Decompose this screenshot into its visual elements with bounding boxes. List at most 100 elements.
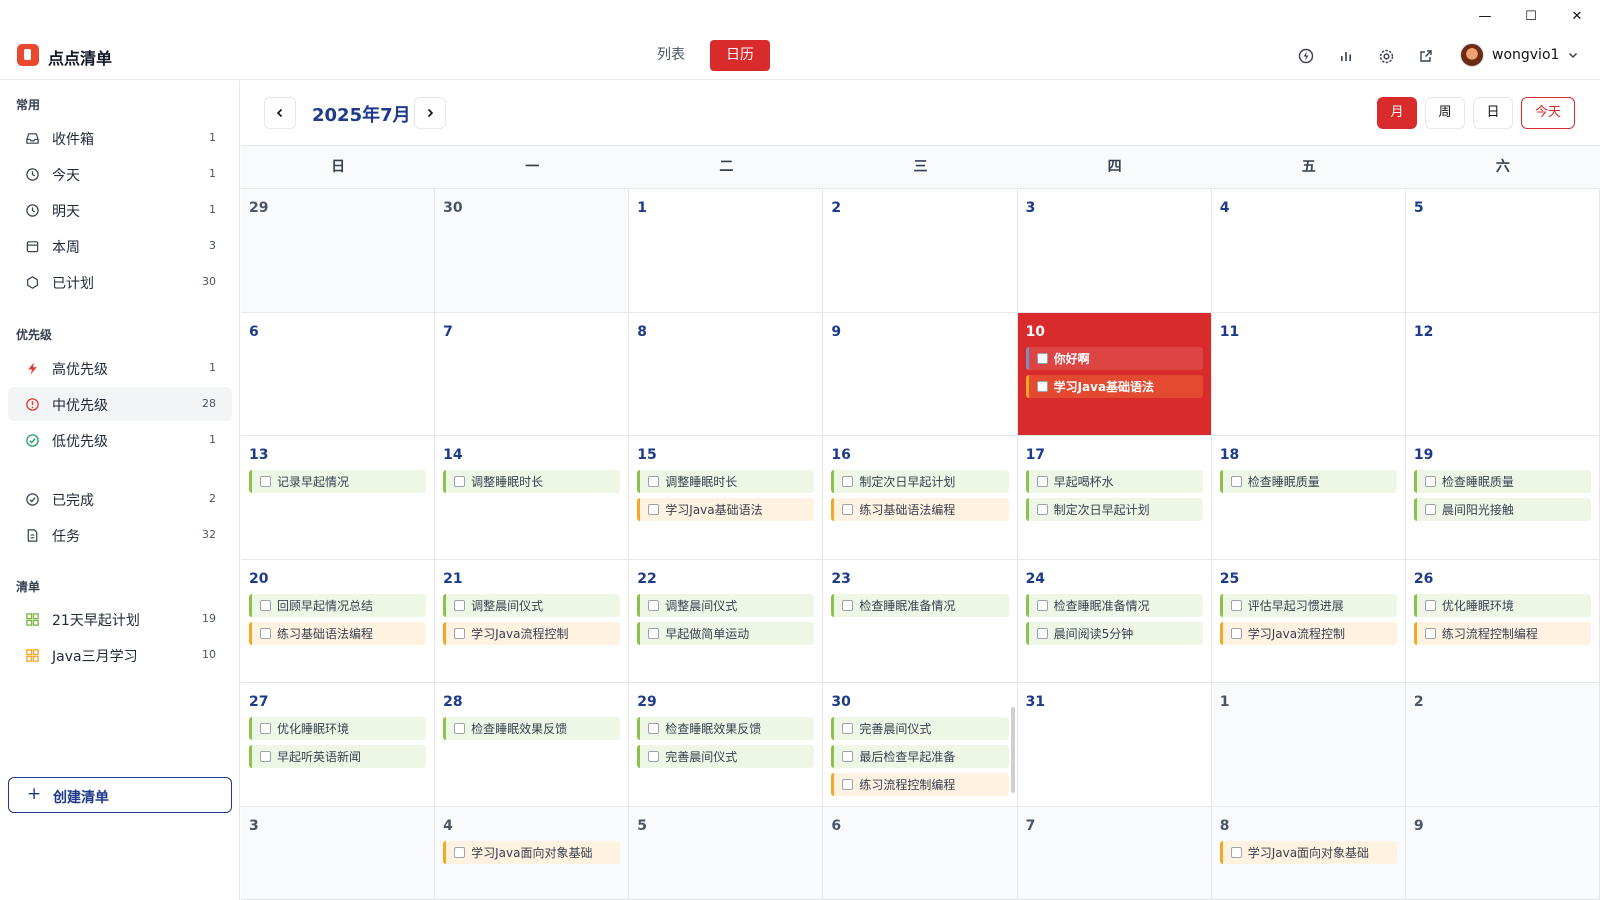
task-checkbox[interactable] bbox=[842, 504, 854, 516]
task-item[interactable]: 练习基础语法编程 bbox=[831, 498, 1009, 522]
task-item[interactable]: 制定次日早起计划 bbox=[831, 470, 1009, 494]
sidebar-item-list-java[interactable]: Java三月学习 10 bbox=[8, 638, 232, 672]
task-item[interactable]: 调整睡眠时长 bbox=[443, 470, 621, 494]
calendar-day-cell[interactable]: 12 bbox=[1405, 312, 1600, 437]
calendar-day-cell[interactable]: 18 检查睡眠质量 bbox=[1211, 436, 1406, 560]
lightning-circle-icon[interactable] bbox=[1296, 46, 1316, 66]
task-checkbox[interactable] bbox=[454, 476, 466, 488]
calendar-day-cell[interactable]: 23 检查睡眠准备情况 bbox=[823, 559, 1018, 684]
task-item[interactable]: 检查睡眠效果反馈 bbox=[443, 717, 621, 741]
task-item[interactable]: 练习基础语法编程 bbox=[249, 621, 427, 645]
task-item[interactable]: 学习Java流程控制 bbox=[443, 621, 621, 645]
sidebar-item-today[interactable]: 今天 1 bbox=[8, 157, 232, 191]
task-item[interactable]: 晨间阅读5分钟 bbox=[1025, 621, 1203, 645]
external-link-icon[interactable] bbox=[1416, 46, 1436, 66]
sidebar-item-high-priority[interactable]: 高优先级 1 bbox=[8, 351, 232, 385]
task-checkbox[interactable] bbox=[260, 476, 271, 488]
task-checkbox[interactable] bbox=[648, 476, 660, 488]
calendar-day-cell[interactable]: 29 检查睡眠效果反馈 完善晨间仪式 bbox=[629, 683, 824, 807]
close-button[interactable]: ✕ bbox=[1554, 0, 1600, 32]
calendar-day-cell[interactable]: 3 bbox=[1017, 189, 1212, 313]
calendar-day-cell[interactable]: 20 回顾早起情况总结 练习基础语法编程 bbox=[241, 559, 436, 684]
calendar-day-cell[interactable]: 1 bbox=[629, 189, 824, 313]
task-item[interactable]: 记录早起情况 bbox=[249, 470, 427, 494]
sidebar-item-inbox[interactable]: 收件箱 1 bbox=[8, 121, 232, 155]
sidebar-item-this-week[interactable]: 本周 3 bbox=[8, 229, 232, 263]
task-checkbox[interactable] bbox=[454, 723, 466, 735]
calendar-day-cell[interactable]: 1 bbox=[1211, 683, 1406, 807]
create-list-button[interactable]: + 创建清单 bbox=[8, 777, 232, 813]
sidebar-item-low-priority[interactable]: 低优先级 1 bbox=[8, 423, 232, 457]
task-item[interactable]: 检查睡眠质量 bbox=[1219, 470, 1397, 494]
mode-week-button[interactable]: 周 bbox=[1425, 97, 1465, 129]
task-checkbox[interactable] bbox=[648, 627, 660, 639]
task-checkbox[interactable] bbox=[260, 751, 271, 763]
task-checkbox[interactable] bbox=[1230, 846, 1242, 858]
calendar-day-cell[interactable]: 3 bbox=[241, 806, 436, 900]
task-item[interactable]: 调整晨间仪式 bbox=[637, 593, 815, 617]
task-item[interactable]: 早起听英语新闻 bbox=[249, 745, 427, 769]
calendar-day-cell[interactable]: 9 bbox=[823, 312, 1018, 437]
task-checkbox[interactable] bbox=[260, 599, 271, 611]
task-checkbox[interactable] bbox=[454, 599, 466, 611]
task-item[interactable]: 学习Java面向对象基础 bbox=[1219, 840, 1397, 864]
cell-scrollbar[interactable] bbox=[1010, 707, 1015, 794]
task-checkbox[interactable] bbox=[842, 599, 854, 611]
task-checkbox[interactable] bbox=[1230, 476, 1242, 488]
user-menu[interactable]: wongvio1 bbox=[1460, 43, 1579, 67]
task-checkbox[interactable] bbox=[260, 723, 271, 735]
sidebar-item-tasks[interactable]: 任务 32 bbox=[8, 518, 232, 552]
task-item[interactable]: 检查睡眠准备情况 bbox=[831, 593, 1009, 617]
stats-icon[interactable] bbox=[1336, 46, 1356, 66]
task-item[interactable]: 优化睡眠环境 bbox=[1413, 593, 1591, 617]
calendar-day-cell[interactable]: 11 bbox=[1211, 312, 1406, 437]
task-checkbox[interactable] bbox=[1424, 627, 1436, 639]
gear-icon[interactable] bbox=[1376, 46, 1396, 66]
task-checkbox[interactable] bbox=[1036, 599, 1048, 611]
task-item[interactable]: 回顾早起情况总结 bbox=[249, 593, 427, 617]
mode-day-button[interactable]: 日 bbox=[1473, 97, 1513, 129]
calendar-day-cell[interactable]: 28 检查睡眠效果反馈 bbox=[435, 683, 630, 807]
task-checkbox[interactable] bbox=[842, 723, 854, 735]
calendar-day-cell[interactable]: 21 调整晨间仪式 学习Java流程控制 bbox=[435, 559, 630, 684]
task-item[interactable]: 练习流程控制编程 bbox=[1413, 621, 1591, 645]
task-checkbox[interactable] bbox=[260, 627, 271, 639]
task-item[interactable]: 优化睡眠环境 bbox=[249, 717, 427, 741]
task-item[interactable]: 完善晨间仪式 bbox=[831, 717, 1009, 741]
task-item[interactable]: 评估早起习惯进展 bbox=[1219, 593, 1397, 617]
task-checkbox[interactable] bbox=[1424, 476, 1436, 488]
task-item[interactable]: 早起喝杯水 bbox=[1025, 470, 1203, 494]
task-checkbox[interactable] bbox=[648, 599, 660, 611]
task-item[interactable]: 制定次日早起计划 bbox=[1025, 498, 1203, 522]
task-item[interactable]: 晨间阳光接触 bbox=[1413, 498, 1591, 522]
mode-month-button[interactable]: 月 bbox=[1377, 97, 1417, 129]
task-item[interactable]: 完善晨间仪式 bbox=[637, 745, 815, 769]
calendar-day-cell[interactable]: 30 bbox=[435, 189, 630, 313]
task-item[interactable]: 调整晨间仪式 bbox=[443, 593, 621, 617]
calendar-day-cell[interactable]: 4 学习Java面向对象基础 bbox=[435, 806, 630, 900]
task-checkbox[interactable] bbox=[1036, 627, 1048, 639]
calendar-day-cell[interactable]: 31 bbox=[1017, 683, 1212, 807]
task-item[interactable]: 检查睡眠准备情况 bbox=[1025, 593, 1203, 617]
calendar-day-cell[interactable]: 7 bbox=[435, 312, 630, 437]
sidebar-item-list-early-rise[interactable]: 21天早起计划 19 bbox=[8, 602, 232, 636]
task-checkbox[interactable] bbox=[842, 751, 854, 763]
calendar-day-cell[interactable]: 19 检查睡眠质量 晨间阳光接触 bbox=[1405, 436, 1600, 560]
calendar-day-cell[interactable]: 2 bbox=[823, 189, 1018, 313]
calendar-day-cell[interactable]: 30 完善晨间仪式 最后检查早起准备 练习流程控制编程 bbox=[823, 683, 1018, 807]
next-month-button[interactable] bbox=[414, 97, 446, 129]
calendar-day-cell[interactable]: 17 早起喝杯水 制定次日早起计划 bbox=[1017, 436, 1212, 560]
calendar-day-cell-today[interactable]: 10 你好啊 学习Java基础语法 bbox=[1017, 312, 1212, 437]
calendar-day-cell[interactable]: 16 制定次日早起计划 练习基础语法编程 bbox=[823, 436, 1018, 560]
task-checkbox[interactable] bbox=[454, 627, 466, 639]
task-item[interactable]: 你好啊 bbox=[1025, 346, 1203, 370]
task-checkbox[interactable] bbox=[842, 779, 854, 791]
task-checkbox[interactable] bbox=[1424, 599, 1436, 611]
calendar-day-cell[interactable]: 26 优化睡眠环境 练习流程控制编程 bbox=[1405, 559, 1600, 684]
today-button[interactable]: 今天 bbox=[1521, 97, 1575, 129]
task-checkbox[interactable] bbox=[1036, 504, 1048, 516]
task-checkbox[interactable] bbox=[1230, 627, 1242, 639]
task-item[interactable]: 学习Java面向对象基础 bbox=[443, 840, 621, 864]
calendar-day-cell[interactable]: 6 bbox=[241, 312, 436, 437]
calendar-day-cell[interactable]: 9 bbox=[1405, 806, 1600, 900]
